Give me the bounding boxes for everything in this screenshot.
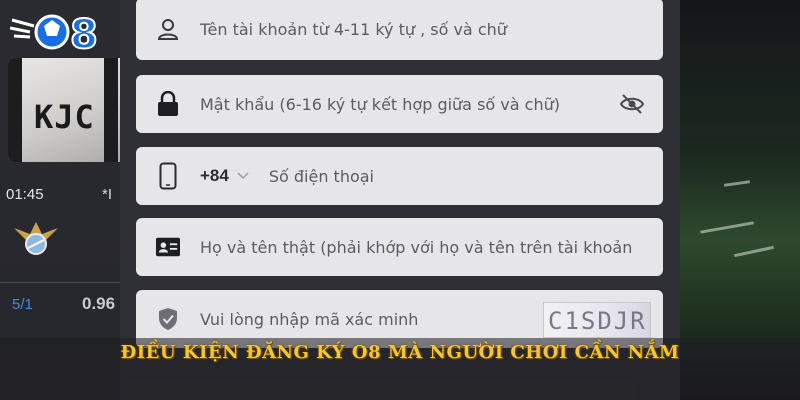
real-name-placeholder: Họ và tên thật (phải khớp với họ và tên … xyxy=(200,237,633,257)
phone-placeholder: Số điện thoại xyxy=(268,166,374,186)
captcha-placeholder: Vui lòng nhập mã xác minh xyxy=(200,309,419,329)
captcha-code: C1SDJR xyxy=(548,307,647,335)
password-placeholder: Mật khẩu (6-16 ký tự kết hợp giữa số và … xyxy=(200,94,560,114)
captcha-image[interactable]: C1SDJR xyxy=(543,302,651,338)
team-crest-icon xyxy=(14,222,58,255)
chevron-down-icon[interactable] xyxy=(237,172,249,180)
brand-logo: 8 xyxy=(10,11,99,58)
lock-icon xyxy=(156,91,180,117)
password-field[interactable]: Mật khẩu (6-16 ký tự kết hợp giữa số và … xyxy=(136,75,663,133)
match-extra: *I xyxy=(102,186,113,203)
id-card-icon xyxy=(156,234,180,260)
odds-fraction: 5/1 xyxy=(12,296,33,313)
eye-slash-icon[interactable] xyxy=(619,92,645,116)
svg-text:8: 8 xyxy=(70,12,98,58)
username-field[interactable]: Tên tài khoản từ 4-11 ký tự , số và chữ xyxy=(136,0,663,60)
caption-title: ĐIỀU KIỆN ĐĂNG KÝ O8 MÀ NGƯỜI CHƠI CẦN N… xyxy=(120,342,680,363)
country-code-select[interactable]: +84 xyxy=(200,166,229,186)
pitch-marking xyxy=(723,180,751,187)
pitch-marking xyxy=(700,221,754,234)
phone-field[interactable]: +84 Số điện thoại xyxy=(136,147,663,205)
pitch-marking xyxy=(734,245,774,258)
user-icon xyxy=(156,16,180,42)
jersey-lettering: KJC xyxy=(34,98,95,136)
phone-icon xyxy=(156,162,180,190)
real-name-field[interactable]: Họ và tên thật (phải khớp với họ và tên … xyxy=(136,218,663,276)
divider xyxy=(0,282,140,283)
odds-value: 0.96 xyxy=(82,294,116,313)
match-time: 01:45 xyxy=(6,186,44,203)
shield-check-icon xyxy=(156,306,180,332)
username-placeholder: Tên tài khoản từ 4-11 ký tự , số và chữ xyxy=(200,19,507,39)
